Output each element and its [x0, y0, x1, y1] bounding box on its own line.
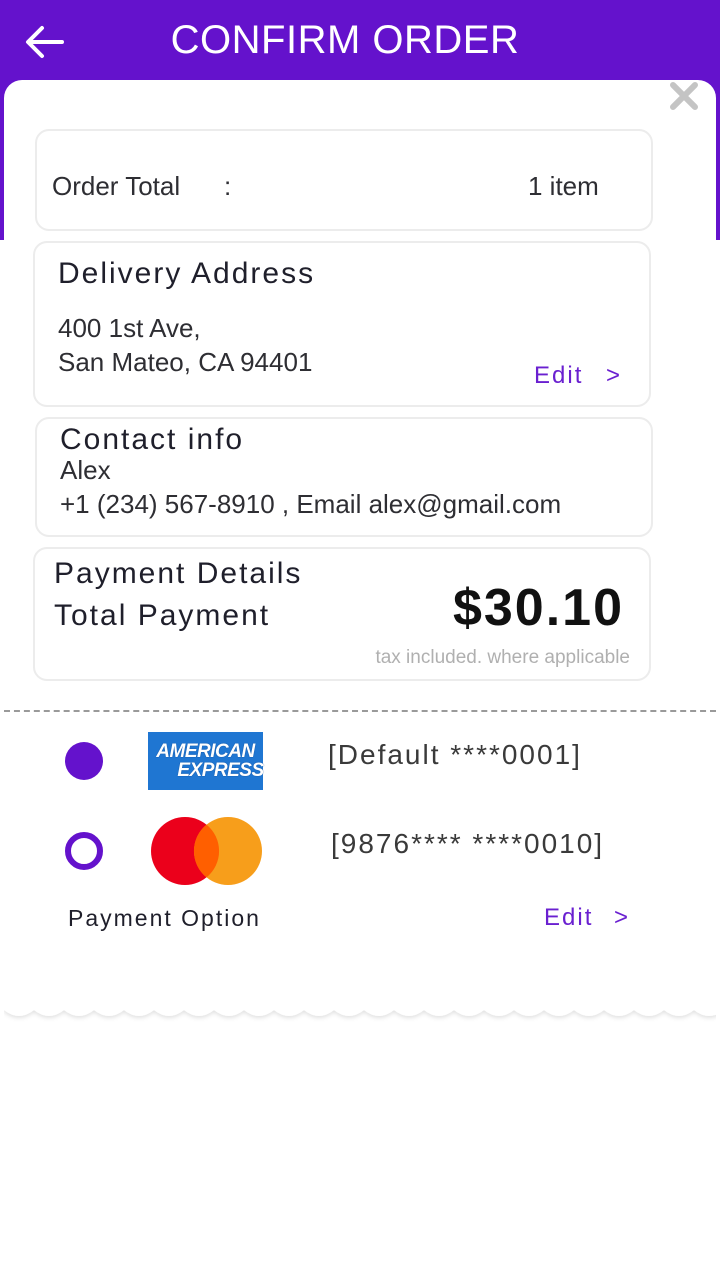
card-mastercard-label: [9876**** ****0010] — [331, 828, 605, 859]
mastercard-logo-icon — [151, 817, 262, 885]
edit-payment-link[interactable]: Edit > — [544, 904, 630, 932]
address-line-1: 400 1st Ave, — [58, 313, 201, 343]
total-payment-value: $30.10 — [452, 579, 624, 637]
edit-address-label: Edit — [534, 362, 584, 389]
card-amex-label: [Default ****0001] — [328, 739, 582, 770]
chevron-right-icon: > — [606, 362, 623, 389]
contact-details: +1 (234) 567-8910 , Email alex@gmail.com — [60, 489, 562, 519]
close-icon — [670, 82, 698, 110]
radio-card-mastercard[interactable] — [65, 832, 103, 870]
total-payment-label: Total Payment — [54, 599, 271, 632]
radio-card-amex[interactable] — [65, 742, 103, 780]
tax-note: tax included. where applicable — [375, 647, 630, 668]
payment-option-label: Payment Option — [68, 905, 261, 931]
page-title: CONFIRM ORDER — [170, 18, 520, 62]
order-total-label: Order Total — [52, 171, 181, 201]
edit-payment-label: Edit — [544, 904, 594, 931]
payment-details-heading: Payment Details — [54, 557, 303, 590]
order-total-separator: : — [224, 171, 232, 201]
edit-address-link[interactable]: Edit > — [534, 362, 622, 390]
chevron-right-icon: > — [614, 904, 631, 931]
receipt-scallop-edge — [4, 1004, 716, 1016]
order-total-value: 1 item — [528, 171, 599, 201]
amex-logo-icon: AMERICAN EXPRESS — [148, 732, 264, 790]
close-button[interactable] — [668, 80, 700, 112]
delivery-address-heading: Delivery Address — [58, 257, 316, 290]
contact-name: Alex — [60, 455, 111, 485]
contact-info-heading: Contact info — [60, 423, 245, 456]
dashed-divider — [4, 710, 716, 712]
amex-logo-line-2: EXPRESS — [177, 760, 264, 781]
amex-logo-line-1: AMERICAN — [156, 741, 255, 762]
address-line-2: San Mateo, CA 94401 — [58, 347, 313, 377]
